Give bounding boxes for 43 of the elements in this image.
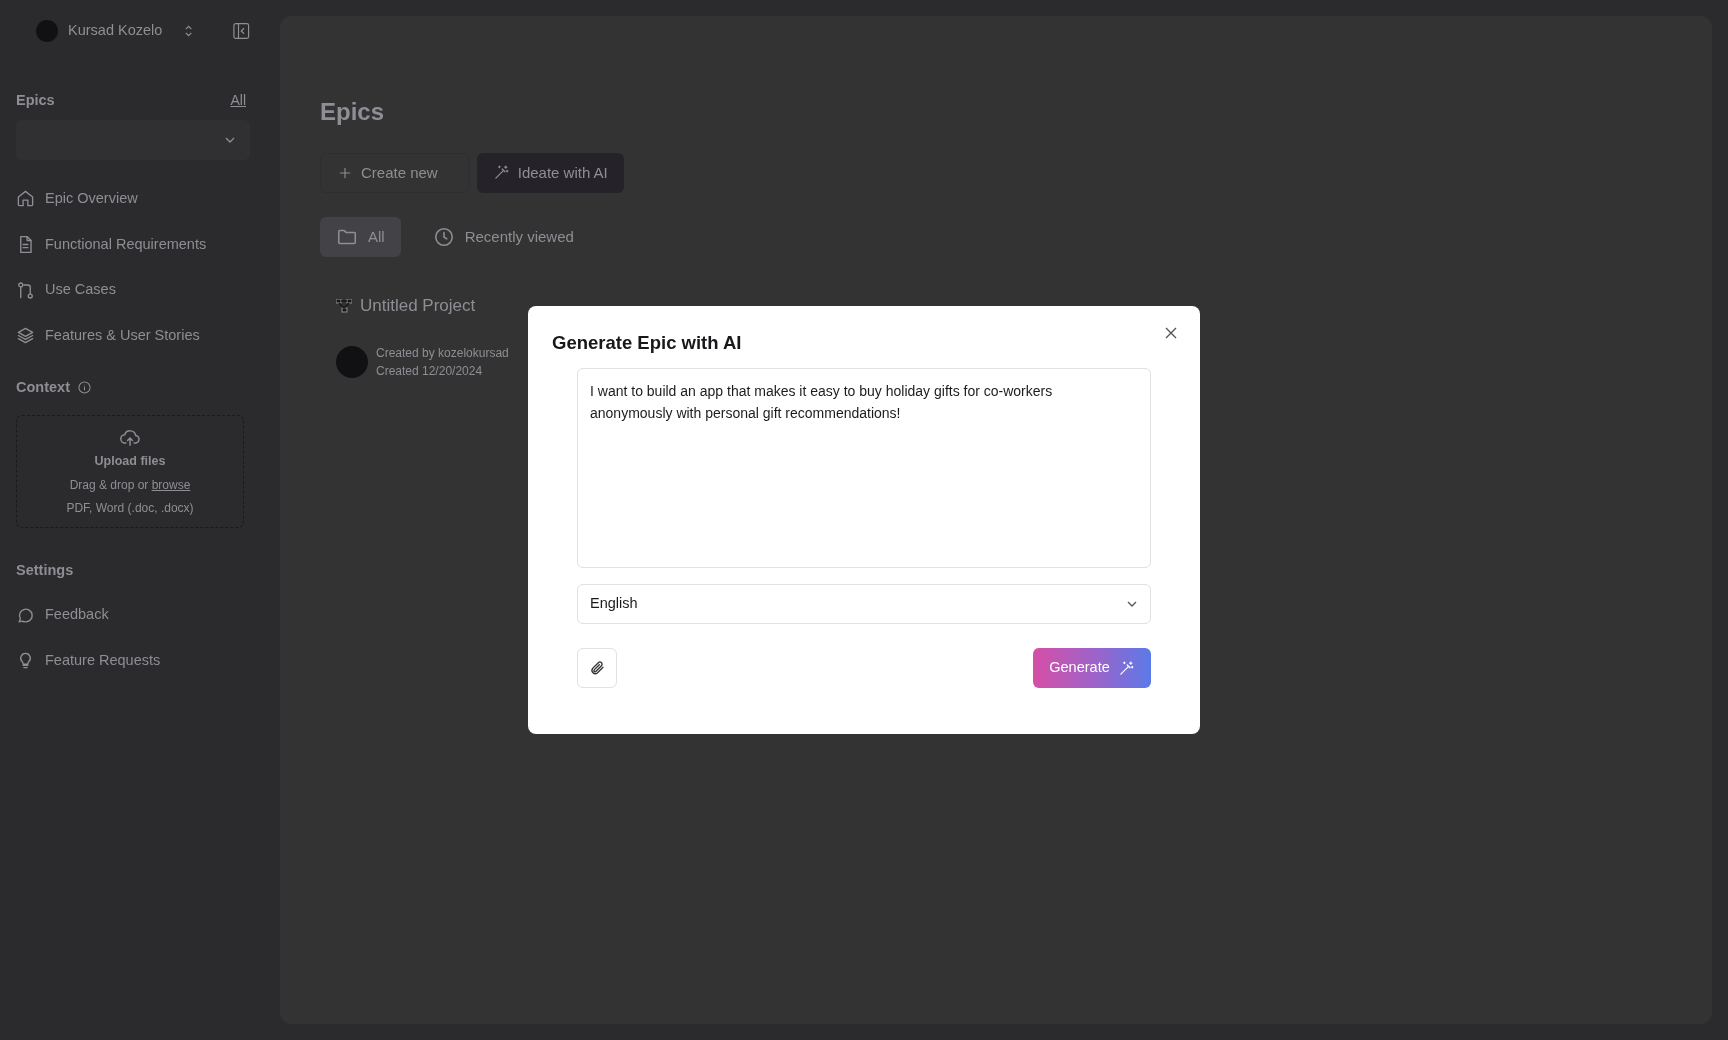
browse-link[interactable]: browse (151, 478, 191, 493)
branch-icon (16, 280, 35, 300)
magic-wand-icon (492, 164, 510, 182)
language-select[interactable]: English (577, 584, 1151, 625)
upload-hint: Drag & drop or browse (68, 477, 192, 495)
close-icon (1164, 326, 1178, 340)
info-icon[interactable] (78, 381, 91, 395)
upload-title: Upload files (93, 452, 167, 470)
sidebar-item[interactable]: Features & User Stories (16, 325, 250, 347)
diagram-icon (336, 298, 352, 313)
prompt-field[interactable]: I want to build an app that makes it easy to buy holiday gifts for co-workers anonymously with personal gift recommendations! (577, 368, 1151, 569)
upload-dropzone[interactable]: Upload files Drag & drop or browse PDF, Word (.doc, .docx) (16, 414, 244, 529)
section-heading: Context (16, 377, 70, 397)
user-avatar (336, 346, 368, 379)
magic-wand-icon (1117, 659, 1135, 677)
filter-tab[interactable]: Recently viewed (416, 216, 590, 257)
sidebar-item[interactable]: Epic Overview (16, 187, 250, 210)
layers-icon (16, 326, 35, 346)
project-author: Created by kozelokursad (376, 345, 509, 363)
ideate-ai-button[interactable]: Ideate with AI (476, 152, 624, 193)
sidebar-toggle-icon[interactable] (233, 22, 250, 40)
chevron-up-down-icon[interactable] (184, 24, 194, 38)
section-heading: Settings (16, 562, 74, 579)
user-name[interactable]: Kursad Kozelo (68, 20, 163, 42)
sidebar-item[interactable]: Feature Requests (16, 650, 250, 672)
create-new-button[interactable]: Create new (320, 152, 469, 193)
sidebar-item[interactable]: Feedback (16, 604, 250, 626)
filter-tab[interactable]: All (320, 216, 401, 257)
house-icon (16, 189, 35, 209)
cloud-upload-icon (120, 429, 140, 448)
all-epics-link[interactable]: All (230, 90, 246, 112)
page-title: Epics (320, 98, 386, 127)
generate-button[interactable]: Generate (1033, 648, 1151, 689)
project-title[interactable]: Untitled Project (360, 292, 476, 319)
paperclip-icon (589, 660, 605, 677)
dialog-title: Generate Epic with AI (552, 332, 743, 355)
section-heading: Epics (16, 91, 55, 110)
project-date: Created 12/20/2024 (376, 363, 484, 381)
attach-button[interactable] (577, 648, 617, 689)
sidebar-item[interactable]: Functional Requirements (16, 233, 250, 256)
clock-icon (432, 225, 455, 248)
file-formats: PDF, Word (.doc, .docx) (65, 500, 195, 518)
sidebar-item[interactable]: Use Cases (16, 279, 250, 301)
